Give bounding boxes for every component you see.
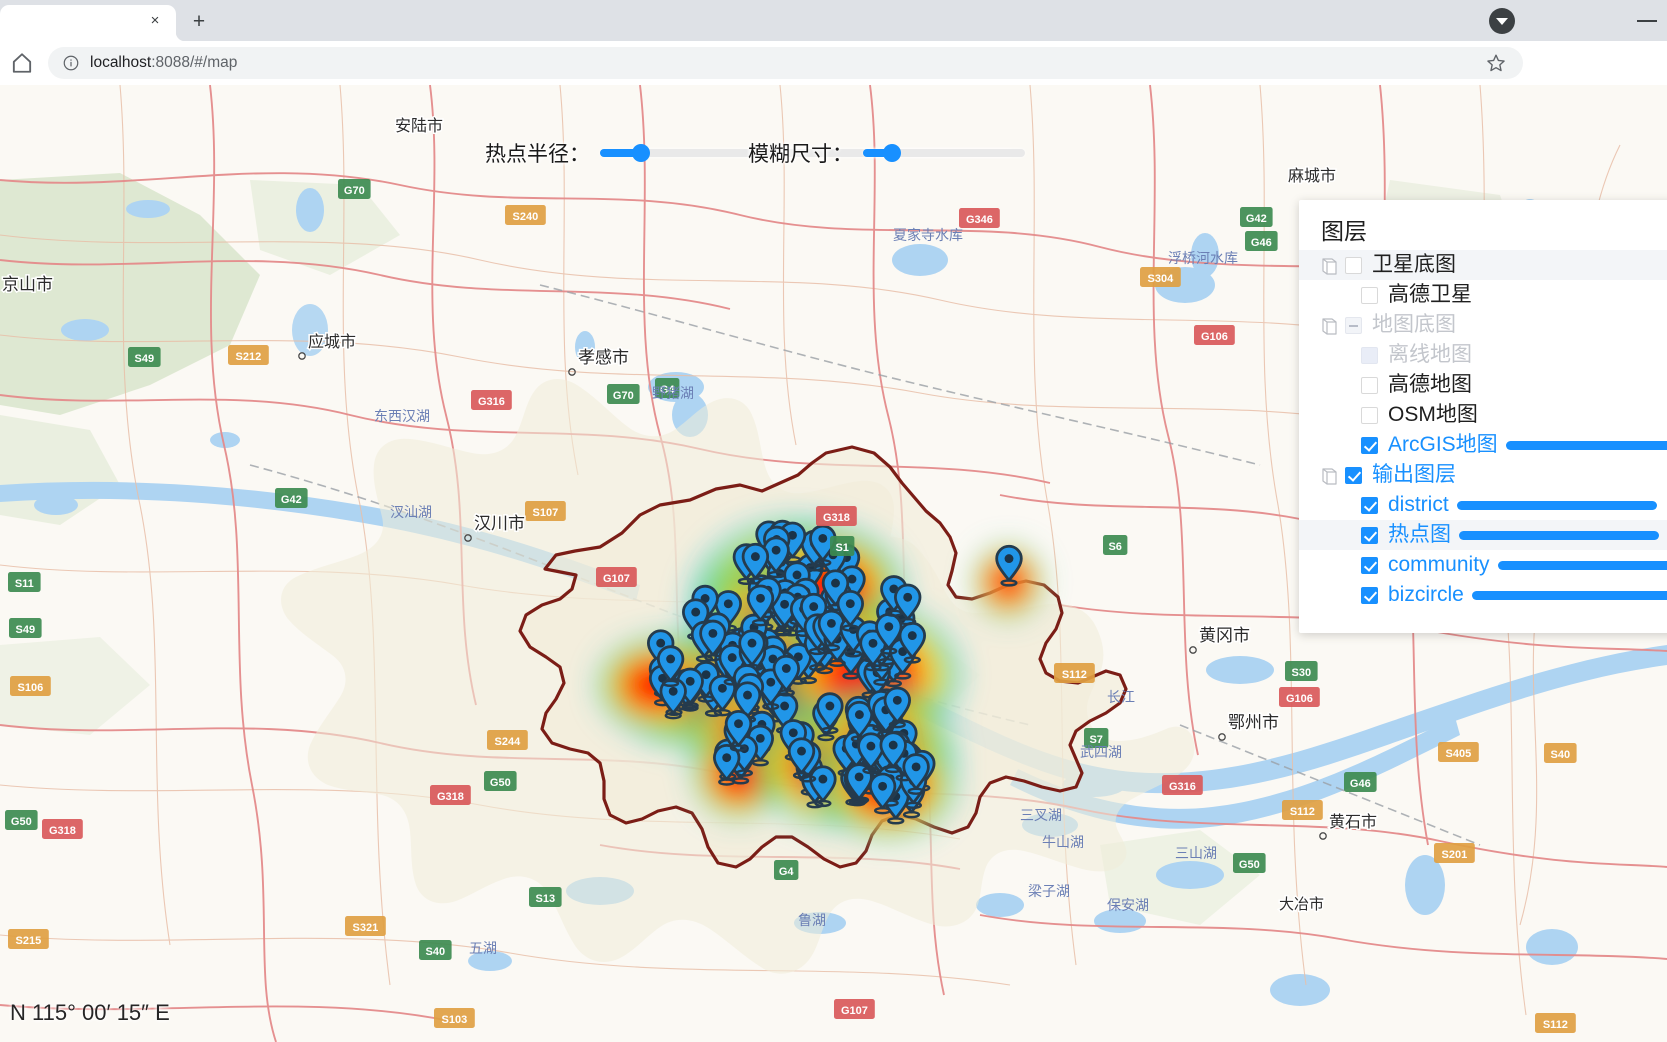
- layer-checkbox[interactable]: [1361, 406, 1378, 424]
- layer-opacity-slider[interactable]: [1505, 440, 1667, 450]
- folder-icon: [1321, 317, 1338, 336]
- hotspot-radius-label: 热点半径：: [485, 143, 590, 166]
- layer-checkbox[interactable]: [1361, 586, 1378, 604]
- layer-row[interactable]: 卫星底图: [1299, 250, 1667, 280]
- layer-label: community: [1388, 553, 1490, 576]
- layer-row[interactable]: 输出图层: [1299, 460, 1667, 490]
- layer-opacity-slider[interactable]: [1456, 500, 1657, 510]
- browser-tab-strip: × +: [0, 0, 1667, 41]
- layer-checkbox[interactable]: [1361, 526, 1378, 544]
- layer-checkbox[interactable]: [1361, 436, 1378, 454]
- layer-label: ArcGIS地图: [1388, 433, 1498, 456]
- new-tab-button[interactable]: +: [186, 10, 212, 36]
- layer-opacity-slider[interactable]: [1471, 590, 1667, 600]
- layer-checkbox[interactable]: [1361, 496, 1378, 514]
- layer-label: OSM地图: [1388, 403, 1478, 426]
- blur-size-control[interactable]: 模糊尺寸：: [748, 138, 1025, 168]
- layer-opacity-slider[interactable]: [1459, 530, 1659, 540]
- layer-row[interactable]: 热点图: [1299, 520, 1667, 550]
- folder-icon: [1321, 467, 1338, 486]
- tab-close-icon[interactable]: ×: [146, 12, 164, 30]
- layer-checkbox[interactable]: [1345, 466, 1362, 484]
- layer-label: 热点图: [1388, 523, 1451, 546]
- layer-checkbox[interactable]: [1361, 286, 1378, 304]
- layer-label: 高德地图: [1388, 373, 1472, 396]
- layer-opacity-slider[interactable]: [1497, 560, 1667, 570]
- layer-checkbox[interactable]: [1345, 316, 1362, 334]
- home-icon[interactable]: [8, 49, 36, 77]
- layer-panel-title: 图层: [1321, 218, 1367, 244]
- layer-label: 高德卫星: [1388, 283, 1472, 306]
- hotspot-radius-handle[interactable]: [632, 144, 651, 162]
- layer-checkbox[interactable]: [1361, 376, 1378, 394]
- layer-label: 离线地图: [1388, 343, 1472, 366]
- coordinate-readout: N 115° 00′ 15″ E: [10, 1000, 170, 1025]
- layer-row[interactable]: 高德地图: [1299, 370, 1667, 400]
- layer-label: bizcircle: [1388, 583, 1464, 606]
- layer-row[interactable]: bizcircle: [1299, 580, 1667, 610]
- layer-row[interactable]: 高德卫星: [1299, 280, 1667, 310]
- profile-avatar-icon[interactable]: [1489, 8, 1515, 34]
- folder-icon: [1321, 257, 1338, 276]
- url-host: localhost: [90, 54, 152, 71]
- layer-checkbox[interactable]: [1345, 256, 1362, 274]
- address-bar[interactable]: localhost:8088/#/map: [48, 47, 1523, 79]
- blur-size-slider[interactable]: [863, 144, 1025, 162]
- layer-row[interactable]: OSM地图: [1299, 400, 1667, 430]
- browser-window: × + localhost:8088/#/map S240 G70 S49 S2…: [0, 0, 1667, 1042]
- layer-checkbox[interactable]: [1361, 556, 1378, 574]
- layer-row[interactable]: community: [1299, 550, 1667, 580]
- page-info-icon[interactable]: [62, 54, 80, 72]
- layer-tree[interactable]: 卫星底图高德卫星地图底图离线地图高德地图 OSM地图 ArcGIS地图输出图层 dis…: [1299, 250, 1667, 610]
- layer-row[interactable]: district: [1299, 490, 1667, 520]
- blur-size-handle[interactable]: [883, 144, 902, 162]
- layer-panel[interactable]: 图层 卫星底图高德卫星地图底图离线地图高德地图 OSM地图 ArcGIS地图输出图层…: [1299, 200, 1667, 633]
- url-path: :8088/#/map: [151, 54, 238, 71]
- address-bar-url: localhost:8088/#/map: [90, 51, 237, 75]
- layer-row[interactable]: 地图底图: [1299, 310, 1667, 340]
- layer-checkbox[interactable]: [1361, 346, 1378, 364]
- window-minimize-button[interactable]: [1633, 8, 1661, 34]
- browser-toolbar: localhost:8088/#/map 1: [0, 41, 1667, 116]
- bookmark-star-icon[interactable]: [1485, 52, 1507, 74]
- layer-label: 地图底图: [1372, 313, 1456, 336]
- layer-label: 输出图层: [1372, 463, 1456, 486]
- layer-label: 卫星底图: [1372, 253, 1456, 276]
- layer-label: district: [1388, 493, 1449, 516]
- layer-row[interactable]: 离线地图: [1299, 340, 1667, 370]
- blur-size-label: 模糊尺寸：: [748, 143, 853, 166]
- layer-row[interactable]: ArcGIS地图: [1299, 430, 1667, 460]
